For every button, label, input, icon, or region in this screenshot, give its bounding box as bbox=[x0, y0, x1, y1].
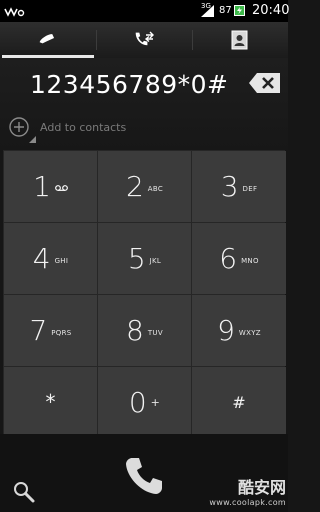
search-icon[interactable] bbox=[12, 480, 36, 504]
key-5[interactable]: 5 JKL bbox=[98, 223, 191, 294]
status-bar: 3G 87 20:40 bbox=[0, 0, 290, 22]
key-digit: 4 bbox=[32, 242, 51, 275]
key-letters: ABC bbox=[147, 184, 164, 193]
add-contact-icon bbox=[9, 117, 36, 143]
dialer-tabs bbox=[0, 22, 288, 58]
signal-icon bbox=[201, 5, 214, 17]
key-letters: JKL bbox=[149, 256, 162, 265]
key-3[interactable]: 3 DEF bbox=[192, 151, 286, 222]
add-to-contacts-button[interactable]: Add to contacts bbox=[8, 116, 208, 143]
key-star[interactable]: * bbox=[4, 367, 97, 437]
key-8[interactable]: 8 TUV bbox=[98, 295, 191, 366]
key-digit: 7 bbox=[29, 314, 48, 347]
key-digit: # bbox=[232, 392, 246, 412]
walkman-icon bbox=[4, 7, 25, 17]
voicemail-icon bbox=[55, 184, 68, 191]
tab-contacts[interactable] bbox=[192, 22, 288, 58]
key-2[interactable]: 2 ABC bbox=[98, 151, 191, 222]
key-4[interactable]: 4 GHI bbox=[4, 223, 97, 294]
key-hash[interactable]: # bbox=[192, 367, 286, 437]
dialed-number[interactable]: 123456789*0# bbox=[30, 70, 229, 99]
key-letters: PQRS bbox=[51, 328, 72, 337]
key-digit: 5 bbox=[127, 242, 146, 275]
key-digit: 8 bbox=[126, 314, 144, 347]
key-digit: 2 bbox=[125, 170, 144, 203]
key-9[interactable]: 9 WXYZ bbox=[192, 295, 286, 366]
call-button[interactable] bbox=[120, 452, 168, 500]
key-letters: MNO bbox=[241, 256, 259, 265]
key-letters: DEF bbox=[242, 184, 258, 193]
number-display: 123456789*0# Add to contacts bbox=[0, 58, 288, 150]
key-digit: 3 bbox=[220, 170, 239, 203]
key-digit: 9 bbox=[217, 314, 235, 347]
key-letters: GHI bbox=[54, 256, 69, 265]
key-letters: WXYZ bbox=[238, 328, 261, 337]
key-7[interactable]: 7 PQRS bbox=[4, 295, 97, 366]
contact-card-icon bbox=[231, 30, 248, 50]
clock: 20:40 bbox=[252, 3, 290, 18]
call-log-icon bbox=[135, 31, 154, 46]
backspace-button[interactable] bbox=[248, 71, 282, 95]
key-digit: 1 bbox=[33, 170, 51, 203]
key-1[interactable]: 1 bbox=[4, 151, 97, 222]
watermark-url: www.coolapk.com bbox=[209, 498, 286, 507]
key-digit: * bbox=[45, 390, 56, 414]
battery-percent: 87 bbox=[219, 5, 232, 16]
key-digit: 0 bbox=[128, 385, 147, 419]
key-0[interactable]: 0 + bbox=[98, 367, 191, 437]
add-to-contacts-label: Add to contacts bbox=[40, 121, 127, 134]
phone-icon bbox=[39, 34, 55, 44]
dial-keypad: 1 2 ABC 3 DEF 4 GHI 5 JKL 6 MNO 7 PQRS 8… bbox=[3, 150, 286, 437]
bottom-bar: 酷安网 www.coolapk.com bbox=[0, 434, 288, 512]
key-letters: + bbox=[150, 395, 161, 409]
tab-call-log[interactable] bbox=[96, 22, 192, 58]
watermark: 酷安网 www.coolapk.com bbox=[196, 474, 286, 507]
key-digit: 6 bbox=[219, 242, 238, 275]
key-6[interactable]: 6 MNO bbox=[192, 223, 286, 294]
battery-icon bbox=[234, 5, 245, 16]
key-letters: TUV bbox=[147, 328, 163, 337]
tab-phone[interactable] bbox=[0, 22, 96, 58]
watermark-brand: 酷安网 bbox=[237, 478, 286, 497]
